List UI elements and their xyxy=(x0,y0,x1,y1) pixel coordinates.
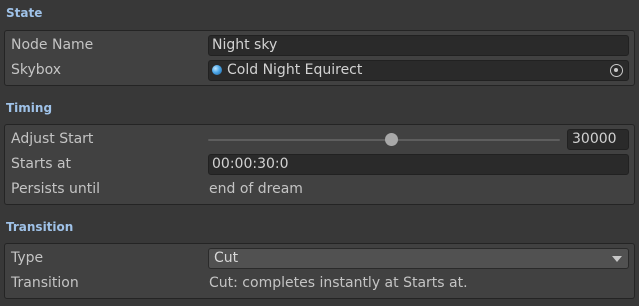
adjust-start-number-input[interactable]: 30000 xyxy=(567,129,629,150)
adjust-start-slider-thumb[interactable] xyxy=(385,133,399,146)
timing-section-header[interactable]: Timing xyxy=(0,95,639,121)
material-sphere-icon xyxy=(212,65,222,75)
transition-description: Cut: completes instantly at Starts at. xyxy=(209,275,468,291)
transition-label: Transition xyxy=(11,275,79,291)
inspector-panel: State Node Name Night sky Skybox Cold Ni… xyxy=(0,0,639,306)
node-name-input[interactable]: Night sky xyxy=(208,35,629,56)
skybox-label: Skybox xyxy=(11,62,62,78)
adjust-start-row: Adjust Start 30000 xyxy=(5,127,634,152)
state-section-header[interactable]: State xyxy=(0,0,639,26)
transition-section-header[interactable]: Transition xyxy=(0,214,639,240)
starts-at-row: Starts at 00:00:30:0 xyxy=(5,152,634,177)
persists-until-value: end of dream xyxy=(209,181,303,197)
chevron-down-icon xyxy=(612,256,622,262)
timing-group: Adjust Start 30000 Starts at 00:00:30:0 … xyxy=(4,124,635,205)
persists-until-label: Persists until xyxy=(11,181,101,197)
node-name-row: Node Name Night sky xyxy=(5,33,634,58)
state-group: Node Name Night sky Skybox Cold Night Eq… xyxy=(4,30,635,86)
skybox-object-field[interactable]: Cold Night Equirect xyxy=(208,60,629,81)
starts-at-input[interactable]: 00:00:30:0 xyxy=(208,154,629,175)
transition-row: Transition Cut: completes instantly at S… xyxy=(5,271,634,296)
persists-until-row: Persists until end of dream xyxy=(5,177,634,202)
type-dropdown-value: Cut xyxy=(214,250,239,266)
adjust-start-label: Adjust Start xyxy=(11,131,94,147)
type-label: Type xyxy=(11,250,44,266)
object-picker-icon[interactable] xyxy=(610,64,623,77)
node-name-label: Node Name xyxy=(11,37,94,53)
transition-group: Type Cut Transition Cut: completes insta… xyxy=(4,243,635,299)
starts-at-label: Starts at xyxy=(11,156,72,172)
skybox-value: Cold Night Equirect xyxy=(227,62,363,78)
type-dropdown[interactable]: Cut xyxy=(208,248,629,269)
type-row: Type Cut xyxy=(5,246,634,271)
adjust-start-slider-track[interactable] xyxy=(208,139,560,141)
skybox-row: Skybox Cold Night Equirect xyxy=(5,58,634,83)
